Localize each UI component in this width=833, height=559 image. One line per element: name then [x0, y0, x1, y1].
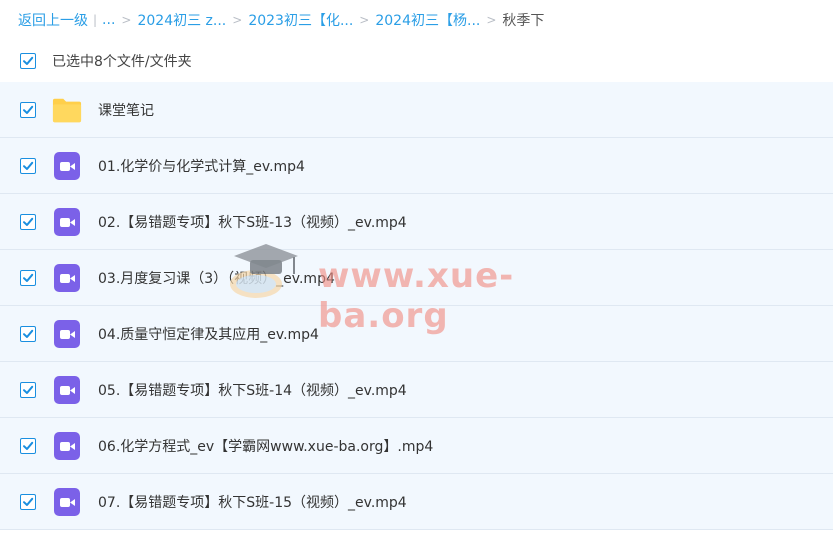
- file-name[interactable]: 06.化学方程式_ev【学霸网www.xue-ba.org】.mp4: [98, 436, 433, 456]
- file-row[interactable]: 01.化学价与化学式计算_ev.mp4: [0, 138, 833, 194]
- checkmark-icon: [23, 441, 34, 450]
- file-row[interactable]: 02.【易错题专项】秋下S班-13（视频）_ev.mp4: [0, 194, 833, 250]
- back-link[interactable]: 返回上一级: [18, 10, 88, 30]
- checkmark-icon: [23, 105, 34, 114]
- file-checkbox[interactable]: [20, 157, 36, 174]
- crumb-item-1[interactable]: 2024初三 z...: [137, 10, 226, 30]
- file-name[interactable]: 04.质量守恒定律及其应用_ev.mp4: [98, 324, 319, 344]
- crumb-ellipsis[interactable]: ...: [102, 12, 115, 28]
- selection-count-text: 已选中8个文件/文件夹: [52, 54, 192, 70]
- file-row[interactable]: 04.质量守恒定律及其应用_ev.mp4: [0, 306, 833, 362]
- file-checkbox[interactable]: [20, 381, 36, 398]
- crumb-item-3[interactable]: 2024初三【杨...: [375, 10, 480, 30]
- file-name[interactable]: 01.化学价与化学式计算_ev.mp4: [98, 156, 305, 176]
- checkmark-icon: [23, 273, 34, 282]
- file-checkbox[interactable]: [20, 269, 36, 286]
- video-icon: [52, 431, 82, 461]
- crumb-separator: >: [486, 13, 497, 27]
- file-row[interactable]: 03.月度复习课（3）（视频）_ev.mp4: [0, 250, 833, 306]
- file-name[interactable]: 07.【易错题专项】秋下S班-15（视频）_ev.mp4: [98, 492, 407, 512]
- file-row[interactable]: 07.【易错题专项】秋下S班-15（视频）_ev.mp4: [0, 474, 833, 530]
- video-icon: [52, 263, 82, 293]
- crumb-separator: >: [232, 13, 243, 27]
- checkmark-icon: [23, 56, 34, 65]
- crumb-divider: |: [93, 13, 98, 27]
- crumb-separator: >: [121, 13, 132, 27]
- file-name[interactable]: 05.【易错题专项】秋下S班-14（视频）_ev.mp4: [98, 380, 407, 400]
- file-checkbox[interactable]: [20, 437, 36, 454]
- video-icon: [52, 375, 82, 405]
- file-row[interactable]: 06.化学方程式_ev【学霸网www.xue-ba.org】.mp4: [0, 418, 833, 474]
- file-name[interactable]: 03.月度复习课（3）（视频）_ev.mp4: [98, 268, 335, 288]
- checkmark-icon: [23, 385, 34, 394]
- video-icon: [52, 207, 82, 237]
- checkmark-icon: [23, 497, 34, 506]
- checkmark-icon: [23, 329, 34, 338]
- video-icon: [52, 151, 82, 181]
- file-checkbox[interactable]: [20, 493, 36, 510]
- crumb-item-2[interactable]: 2023初三【化...: [248, 10, 353, 30]
- checkmark-icon: [23, 161, 34, 170]
- file-row[interactable]: 课堂笔记: [0, 82, 833, 138]
- selection-bar: 已选中8个文件/文件夹: [0, 44, 833, 78]
- file-list: 课堂笔记 01.化学价与化学式计算_ev.mp4 02.【易错题专项】秋下S班-13…: [0, 82, 833, 530]
- file-row[interactable]: 05.【易错题专项】秋下S班-14（视频）_ev.mp4: [0, 362, 833, 418]
- select-all-checkbox[interactable]: [20, 53, 36, 69]
- crumb-separator: >: [359, 13, 370, 27]
- video-icon: [52, 319, 82, 349]
- file-checkbox[interactable]: [20, 213, 36, 230]
- breadcrumb: 返回上一级 | ... > 2024初三 z... > 2023初三【化... …: [18, 9, 544, 31]
- file-checkbox[interactable]: [20, 325, 36, 342]
- file-name[interactable]: 02.【易错题专项】秋下S班-13（视频）_ev.mp4: [98, 212, 407, 232]
- checkmark-icon: [23, 217, 34, 226]
- file-name[interactable]: 课堂笔记: [98, 100, 154, 120]
- folder-icon: [52, 95, 82, 125]
- file-checkbox[interactable]: [20, 101, 36, 118]
- crumb-current: 秋季下: [502, 13, 545, 29]
- video-icon: [52, 487, 82, 517]
